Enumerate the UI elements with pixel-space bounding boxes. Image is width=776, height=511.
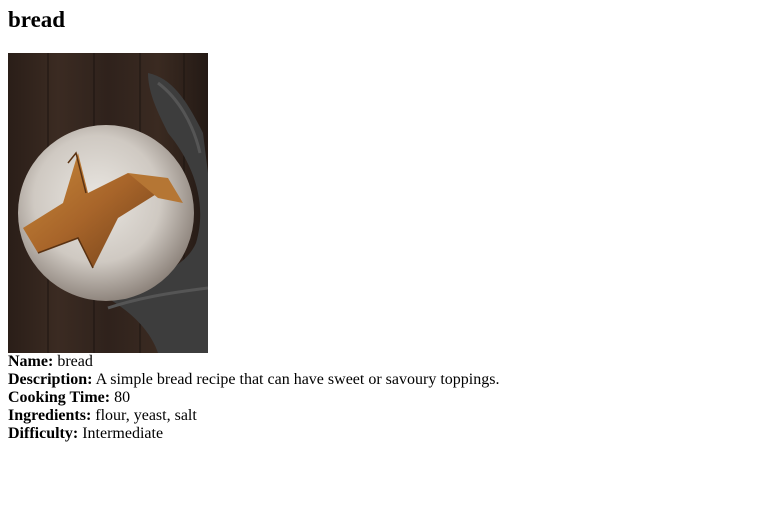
detail-cooking-time-label: Cooking Time: bbox=[8, 389, 111, 406]
detail-ingredients-label: Ingredients: bbox=[8, 407, 92, 424]
detail-ingredients-value: flour, yeast, salt bbox=[95, 407, 197, 424]
recipe-page: bread Name: bread Description: A simple … bbox=[0, 0, 776, 511]
detail-difficulty: Difficulty: Intermediate bbox=[8, 425, 499, 443]
detail-name: Name: bread bbox=[8, 353, 499, 371]
detail-difficulty-label: Difficulty: bbox=[8, 425, 79, 442]
detail-description: Description: A simple bread recipe that … bbox=[8, 371, 499, 389]
detail-description-label: Description: bbox=[8, 371, 93, 388]
detail-cooking-time: Cooking Time: 80 bbox=[8, 389, 499, 407]
detail-difficulty-value: Intermediate bbox=[82, 425, 164, 442]
detail-ingredients: Ingredients: flour, yeast, salt bbox=[8, 407, 499, 425]
recipe-details: Name: bread Description: A simple bread … bbox=[8, 353, 499, 443]
detail-cooking-time-value: 80 bbox=[114, 389, 131, 406]
recipe-image bbox=[8, 53, 208, 353]
detail-description-value: A simple bread recipe that can have swee… bbox=[95, 371, 500, 388]
detail-name-label: Name: bbox=[8, 353, 54, 370]
detail-name-value: bread bbox=[57, 353, 93, 370]
recipe-title: bread bbox=[8, 7, 66, 32]
